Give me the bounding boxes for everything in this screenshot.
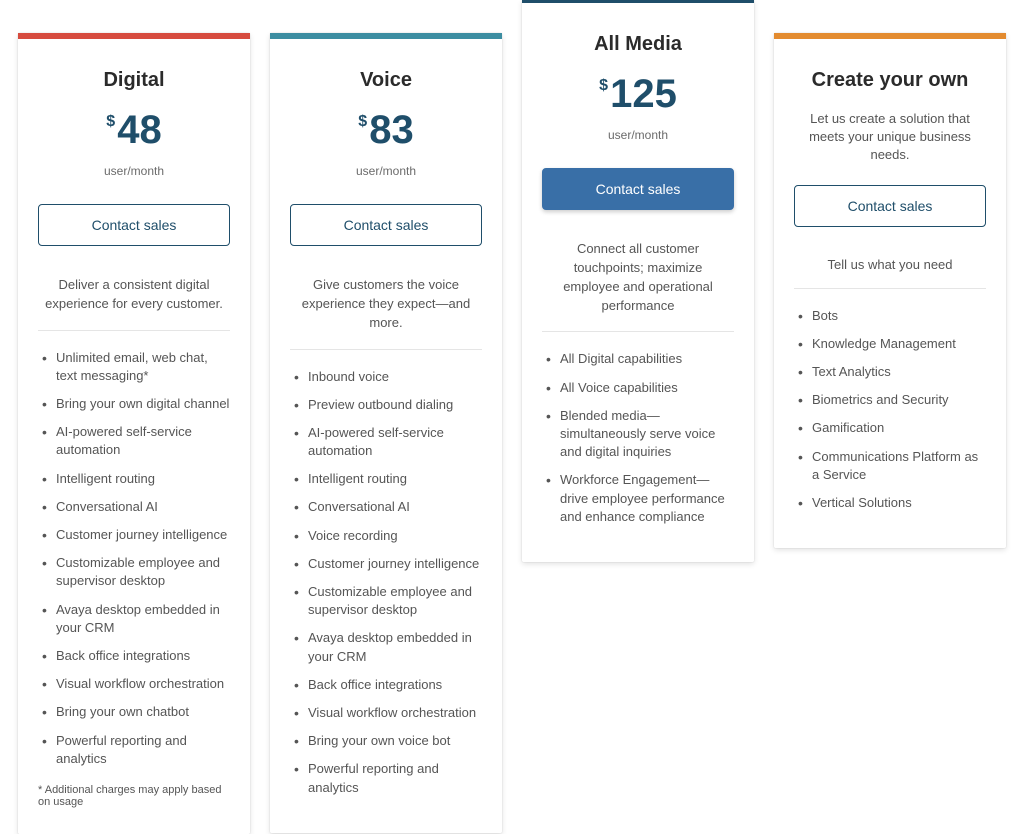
contact-sales-button[interactable]: Contact sales: [542, 168, 734, 210]
plan-description: Connect all customer touchpoints; maximi…: [542, 240, 734, 332]
feature-item: Bring your own voice bot: [294, 732, 482, 750]
feature-item: Bring your own chatbot: [42, 703, 230, 721]
feature-item: Vertical Solutions: [798, 494, 986, 512]
plan-period: user/month: [542, 128, 734, 142]
feature-item: Customizable employee and supervisor des…: [42, 554, 230, 590]
feature-item: Knowledge Management: [798, 335, 986, 353]
feature-item: Customizable employee and supervisor des…: [294, 583, 482, 619]
feature-item: AI-powered self-service automation: [42, 423, 230, 459]
plan-card: Create your own Let us create a solution …: [774, 33, 1006, 548]
plan-price: $83: [290, 110, 482, 150]
plan-amount: 125: [610, 72, 677, 116]
feature-item: Back office integrations: [294, 676, 482, 694]
plan-body: All Media $125 user/month Contact sales Conn…: [522, 3, 754, 562]
feature-item: Conversational AI: [42, 498, 230, 516]
feature-item: Blended media—simultaneously serve voice…: [546, 407, 734, 462]
feature-list: All Digital capabilities All Voice capabi…: [542, 350, 734, 526]
feature-item: Text Analytics: [798, 363, 986, 381]
feature-item: Voice recording: [294, 527, 482, 545]
feature-item: Workforce Engagement—drive employee perf…: [546, 471, 734, 526]
plan-body: Create your own Let us create a solution …: [774, 39, 1006, 548]
plan-currency: $: [358, 113, 367, 130]
plan-body: Digital $48 user/month Contact sales Deliver…: [18, 39, 250, 834]
contact-sales-button[interactable]: Contact sales: [290, 204, 482, 246]
plan-footnote: * Additional charges may apply based on …: [38, 784, 230, 808]
feature-item: Customer journey intelligence: [294, 555, 482, 573]
feature-item: Back office integrations: [42, 647, 230, 665]
feature-item: Visual workflow orchestration: [42, 675, 230, 693]
plan-title: Voice: [290, 69, 482, 92]
feature-list: Bots Knowledge Management Text Analytics Bi…: [794, 307, 986, 513]
plan-description: Deliver a consistent digital experience …: [38, 276, 230, 331]
plan-title: All Media: [542, 33, 734, 56]
feature-item: Preview outbound dialing: [294, 396, 482, 414]
plan-period: user/month: [290, 164, 482, 178]
feature-item: Gamification: [798, 419, 986, 437]
plan-card: Most PopularAll Media$125user/monthConta…: [522, 0, 754, 562]
plan-card: Digital $48 user/month Contact sales Deliver…: [18, 33, 250, 834]
pricing-grid: Digital $48 user/month Contact sales Deliver…: [0, 0, 1024, 834]
plan-currency: $: [106, 113, 115, 130]
plan-price: $125: [542, 74, 734, 114]
feature-item: Bots: [798, 307, 986, 325]
feature-item: Visual workflow orchestration: [294, 704, 482, 722]
feature-item: AI-powered self-service automation: [294, 424, 482, 460]
contact-sales-button[interactable]: Contact sales: [794, 185, 986, 227]
feature-item: Intelligent routing: [42, 470, 230, 488]
feature-item: Intelligent routing: [294, 470, 482, 488]
feature-item: Avaya desktop embedded in your CRM: [294, 629, 482, 665]
plan-card: Voice $83 user/month Contact sales Give cust…: [270, 33, 502, 833]
tell-us-heading: Tell us what you need: [794, 257, 986, 289]
plan-currency: $: [599, 77, 608, 94]
feature-item: Avaya desktop embedded in your CRM: [42, 601, 230, 637]
plan-body: Voice $83 user/month Contact sales Give cust…: [270, 39, 502, 833]
feature-item: Customer journey intelligence: [42, 526, 230, 544]
feature-item: Bring your own digital channel: [42, 395, 230, 413]
feature-item: All Voice capabilities: [546, 379, 734, 397]
feature-item: Conversational AI: [294, 498, 482, 516]
feature-list: Inbound voice Preview outbound dialing AI-…: [290, 368, 482, 797]
feature-list: Unlimited email, web chat, text messagin…: [38, 349, 230, 768]
plan-subtitle: Let us create a solution that meets your…: [794, 110, 986, 165]
contact-sales-button[interactable]: Contact sales: [38, 204, 230, 246]
plan-amount: 83: [369, 108, 414, 152]
plan-amount: 48: [117, 108, 162, 152]
feature-item: Powerful reporting and analytics: [294, 760, 482, 796]
feature-item: Communications Platform as a Service: [798, 448, 986, 484]
feature-item: All Digital capabilities: [546, 350, 734, 368]
plan-title: Digital: [38, 69, 230, 92]
feature-item: Powerful reporting and analytics: [42, 732, 230, 768]
plan-price: $48: [38, 110, 230, 150]
plan-description: Give customers the voice experience they…: [290, 276, 482, 350]
feature-item: Unlimited email, web chat, text messagin…: [42, 349, 230, 385]
plan-period: user/month: [38, 164, 230, 178]
plan-title: Create your own: [794, 69, 986, 92]
feature-item: Biometrics and Security: [798, 391, 986, 409]
feature-item: Inbound voice: [294, 368, 482, 386]
